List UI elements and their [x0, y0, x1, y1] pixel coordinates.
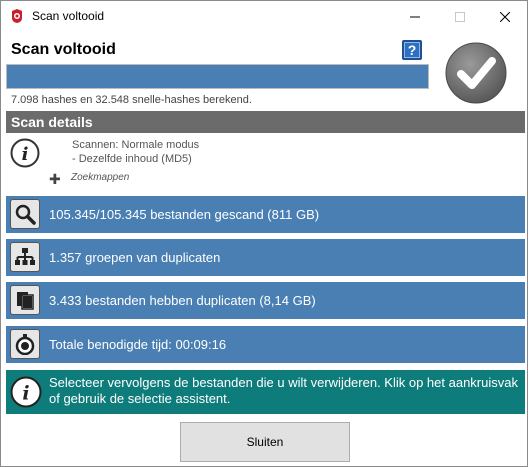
minimize-button[interactable] — [393, 1, 437, 32]
hash-status: 7.098 hashes en 32.548 snelle-hashes ber… — [11, 94, 252, 106]
info-icon: i — [10, 376, 42, 408]
magnifier-icon — [10, 199, 40, 229]
close-window-button[interactable] — [483, 1, 527, 32]
copies-icon — [10, 285, 40, 315]
plus-icon[interactable]: ✚ — [49, 171, 61, 188]
help-icon: ? — [407, 42, 417, 58]
close-button[interactable]: Sluiten — [180, 422, 350, 462]
close-button-label: Sluiten — [246, 435, 284, 449]
total-time-row: Totale benodigde tijd: 00:09:16 — [6, 326, 525, 363]
window-title: Scan voltooid — [32, 9, 105, 23]
svg-text:i: i — [22, 144, 29, 165]
checkmark-icon — [444, 41, 508, 105]
scan-method-line: - Dezelfde inhoud (MD5) — [72, 153, 192, 165]
scan-mode: Scannen: Normale modus - Dezelfde inhoud… — [72, 138, 199, 166]
search-folders-toggle[interactable]: Zoekmappen — [71, 172, 129, 183]
files-scanned-row: 105.345/105.345 bestanden gescand (811 G… — [6, 196, 525, 233]
progress-fill — [7, 65, 428, 88]
minimize-icon — [410, 16, 420, 17]
files-with-duplicates-text: 3.433 bestanden hebben duplicaten (8,14 … — [49, 293, 316, 308]
total-time-text: Totale benodigde tijd: 00:09:16 — [49, 337, 227, 352]
stopwatch-icon — [10, 329, 40, 359]
help-button[interactable]: ? — [402, 40, 422, 60]
next-step-notice: i Selecteer vervolgens de bestanden die … — [6, 370, 525, 414]
maximize-icon — [455, 11, 465, 22]
title-bar[interactable]: Scan voltooid — [1, 1, 527, 32]
info-icon: i — [10, 138, 40, 168]
app-icon — [9, 8, 25, 24]
files-with-duplicates-row: 3.433 bestanden hebben duplicaten (8,14 … — [6, 282, 525, 319]
dialog-window: Scan voltooid Scan voltooid ? 7.098 hash… — [0, 0, 528, 467]
progress-bar — [6, 64, 429, 89]
svg-text:i: i — [22, 383, 29, 405]
page-title: Scan voltooid — [11, 41, 116, 58]
next-step-text: Selecteer vervolgens de bestanden die u … — [49, 375, 518, 406]
close-icon — [500, 11, 510, 22]
scan-mode-line: Scannen: Normale modus — [72, 139, 200, 151]
scan-details-heading: Scan details — [6, 111, 525, 133]
duplicate-groups-text: 1.357 groepen van duplicaten — [49, 250, 221, 265]
maximize-button[interactable] — [438, 1, 482, 32]
files-scanned-text: 105.345/105.345 bestanden gescand (811 G… — [49, 207, 320, 222]
group-tree-icon — [10, 242, 40, 272]
duplicate-groups-row: 1.357 groepen van duplicaten — [6, 239, 525, 276]
